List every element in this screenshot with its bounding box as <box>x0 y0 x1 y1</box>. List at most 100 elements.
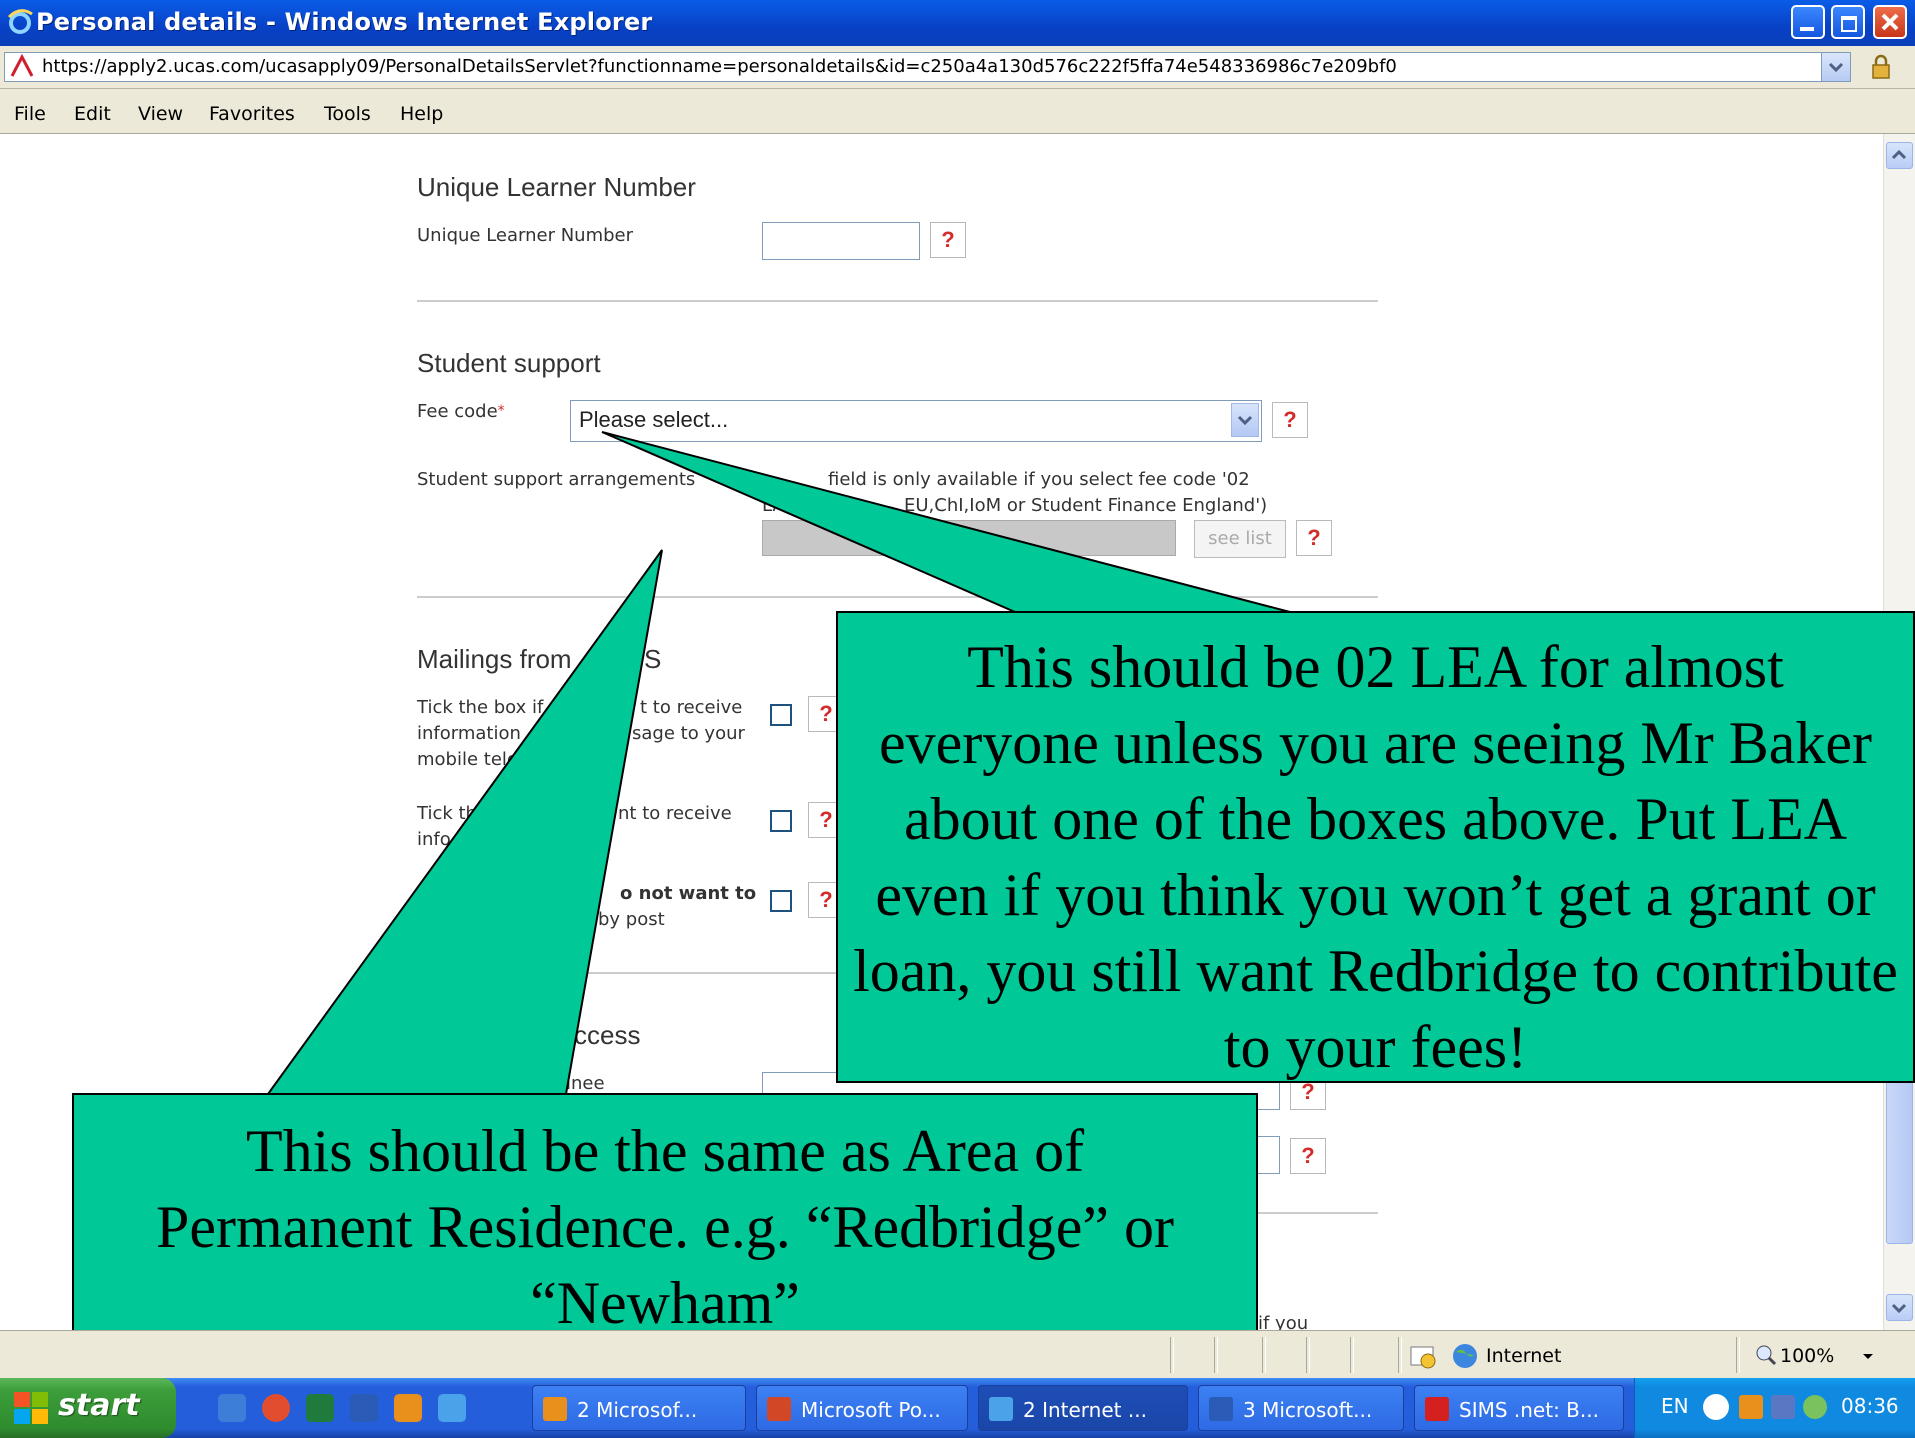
minimize-button[interactable] <box>1791 5 1825 39</box>
taskbar-item-label: 3 Microsoft... <box>1243 1398 1373 1422</box>
status-separator <box>1262 1337 1266 1373</box>
clock[interactable]: 08:36 <box>1841 1394 1899 1418</box>
status-separator <box>1306 1337 1310 1373</box>
language-indicator[interactable]: EN <box>1661 1394 1689 1418</box>
internet-zone-icon <box>1453 1344 1477 1368</box>
fee-code-help-button[interactable]: ? <box>1272 402 1308 438</box>
outlook-icon <box>543 1397 567 1421</box>
status-separator <box>1736 1337 1740 1373</box>
support-arrangements-note-2a: LA, <box>762 495 791 516</box>
support-arrangements-label: Student support arrangements <box>417 469 696 490</box>
mailing-option-1-checkbox[interactable] <box>770 704 792 726</box>
minimize-icon <box>1800 27 1814 31</box>
taskbar-item-powerpoint[interactable]: Microsoft Po... <box>756 1385 968 1431</box>
access-help-button-2[interactable]: ? <box>1290 1138 1326 1174</box>
taskbar-item-sims[interactable]: SIMS .net: B... <box>1414 1385 1624 1431</box>
taskbar-item-word[interactable]: 3 Microsoft... <box>1198 1385 1404 1431</box>
internet-explorer-icon <box>989 1397 1013 1421</box>
quicklaunch-excel-icon[interactable] <box>306 1394 334 1422</box>
taskbar-item-label: 2 Microsof... <box>577 1398 698 1422</box>
system-tray: EN 08:36 <box>1634 1378 1915 1438</box>
restore-button[interactable] <box>1831 5 1865 39</box>
zoom-level[interactable]: 100% <box>1780 1345 1834 1367</box>
mailings-section-title: Mailings from <box>417 644 572 674</box>
restore-icon <box>1841 16 1857 32</box>
internet-explorer-icon <box>7 9 33 34</box>
quicklaunch-browser-icon[interactable] <box>438 1394 466 1422</box>
quicklaunch-media-icon[interactable] <box>262 1394 290 1422</box>
mailing-option-2-text-b: nt to receive <box>618 803 732 824</box>
menu-edit[interactable]: Edit <box>74 103 111 125</box>
uln-label: Unique Learner Number <box>417 225 634 246</box>
menu-tools[interactable]: Tools <box>324 103 371 125</box>
scroll-down-button[interactable] <box>1886 1294 1913 1321</box>
scroll-up-button[interactable] <box>1886 142 1913 169</box>
fee-code-dropdown-button[interactable] <box>1231 403 1259 437</box>
close-button[interactable] <box>1873 5 1907 39</box>
mailing-option-1-text-e: mobile tele <box>417 749 518 770</box>
mailing-option-3-text-b: by post <box>598 909 665 930</box>
taskbar-item-internet[interactable]: 2 Internet ... <box>978 1385 1188 1431</box>
mailing-option-1-text-c: information <box>417 723 521 744</box>
address-dropdown-button[interactable] <box>1821 52 1851 82</box>
see-list-button[interactable]: see list <box>1194 520 1286 558</box>
taskbar-item-microsoft-1[interactable]: 2 Microsof... <box>532 1385 746 1431</box>
left-callout: This should be the same as Area of Perma… <box>72 1093 1258 1351</box>
security-warning-icon <box>1410 1346 1436 1369</box>
window-title-bar: Personal details - Windows Internet Expl… <box>0 0 1915 46</box>
chevron-down-icon <box>1237 415 1253 426</box>
close-icon <box>1881 13 1899 31</box>
mailing-option-1-text-b: t to receive <box>640 697 743 718</box>
mailing-option-1-text-a: Tick the box if <box>417 697 544 718</box>
divider <box>417 300 1378 302</box>
taskbar: start 2 Microsof... Microsoft Po... 2 In… <box>0 1378 1915 1438</box>
menu-favorites[interactable]: Favorites <box>209 103 295 125</box>
status-separator <box>1170 1337 1174 1373</box>
word-icon <box>1209 1397 1233 1421</box>
mailing-option-1-text-d: sage to your <box>632 723 745 744</box>
fee-code-select[interactable]: Please select... <box>570 400 1262 442</box>
mailing-option-3-checkbox[interactable] <box>770 890 792 912</box>
uln-help-button[interactable]: ? <box>930 222 966 258</box>
tray-app-icon[interactable] <box>1771 1395 1795 1419</box>
status-separator <box>1214 1337 1218 1373</box>
start-button[interactable]: start <box>0 1378 176 1438</box>
mailing-option-2-text-a: Tick th <box>417 803 477 824</box>
status-separator <box>1398 1337 1402 1373</box>
support-arrangements-note-1: field is only available if you select fe… <box>828 469 1250 490</box>
lock-icon[interactable] <box>1866 52 1896 82</box>
ucas-logo-icon <box>10 54 34 77</box>
quicklaunch-word-icon[interactable] <box>350 1394 378 1422</box>
tray-network-icon[interactable] <box>1803 1395 1827 1419</box>
menu-help[interactable]: Help <box>400 103 443 125</box>
security-zone-label: Internet <box>1486 1345 1562 1367</box>
mailing-option-2-text-c: info <box>417 829 451 850</box>
status-separator <box>1350 1337 1354 1373</box>
support-arrangements-help-button[interactable]: ? <box>1296 520 1332 556</box>
chevron-down-icon <box>1891 1303 1907 1314</box>
tray-outlook-icon[interactable] <box>1739 1395 1763 1419</box>
zoom-dropdown-icon[interactable] <box>1860 1348 1876 1364</box>
tray-expand-icon[interactable] <box>1703 1394 1729 1420</box>
mailing-option-3-text-a: o not want to <box>620 883 757 904</box>
powerpoint-icon <box>767 1397 791 1421</box>
windows-logo-icon <box>14 1392 48 1424</box>
menu-view[interactable]: View <box>138 103 183 125</box>
support-arrangements-field <box>762 520 1176 556</box>
uln-input[interactable] <box>762 222 920 260</box>
sims-icon <box>1425 1397 1449 1421</box>
fee-code-selected-value: Please select... <box>579 407 729 432</box>
quicklaunch-outlook-icon[interactable] <box>394 1394 422 1422</box>
status-bar: Internet 100% <box>0 1330 1915 1379</box>
support-arrangements-note-2b: EU,ChI,IoM or Student Finance England') <box>904 495 1268 516</box>
divider <box>417 596 1378 598</box>
menu-bar: File Edit View Favorites Tools Help <box>0 89 1915 134</box>
right-callout: This should be 02 LEA for almost everyon… <box>836 611 1915 1083</box>
address-url: https://apply2.ucas.com/ucasapply09/Pers… <box>42 56 1397 77</box>
fee-code-label: Fee code* <box>417 398 505 425</box>
taskbar-item-label: 2 Internet ... <box>1023 1398 1147 1422</box>
support-section-title: Student support <box>417 348 601 378</box>
mailing-option-2-checkbox[interactable] <box>770 810 792 832</box>
menu-file[interactable]: File <box>14 103 46 125</box>
quicklaunch-ie-icon[interactable] <box>218 1394 246 1422</box>
